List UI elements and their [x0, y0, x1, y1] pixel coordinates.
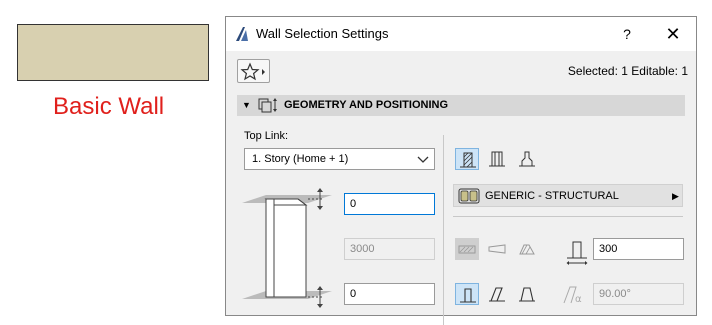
help-button[interactable]: ? — [616, 23, 638, 45]
wall-height-field[interactable]: 3000 — [344, 238, 435, 260]
top-link-dropdown[interactable]: 1. Story (Home + 1) — [244, 148, 435, 170]
section-header-geometry[interactable]: ▼ GEOMETRY AND POSITIONING — [237, 95, 685, 116]
bottom-offset-field[interactable]: 0 — [344, 283, 435, 305]
composite-structure-icon — [489, 151, 505, 167]
title-bar[interactable]: Wall Selection Settings ? ✕ — [226, 17, 696, 51]
star-icon — [240, 62, 265, 81]
favorites-button[interactable] — [237, 59, 270, 83]
slanted-wall-icon — [489, 287, 505, 302]
wall-thickness-field[interactable]: 300 — [593, 238, 684, 260]
profile-structure-icon — [519, 151, 535, 167]
dialog-title: Wall Selection Settings — [256, 26, 389, 41]
basic-structure-icon — [460, 152, 476, 168]
top-offset-field[interactable]: 0 — [344, 193, 435, 215]
geometry-positioning-icon — [258, 97, 280, 118]
slanted-wall-button[interactable] — [485, 283, 509, 305]
wall-swatch[interactable] — [17, 24, 209, 81]
trapezoid-wall-icon — [488, 244, 506, 254]
composite-layers-icon — [458, 188, 480, 209]
straight-wall-button[interactable] — [455, 238, 479, 260]
slant-angle-field[interactable]: 90.00° — [593, 283, 684, 305]
slant-angle-icon: α — [562, 285, 586, 310]
wall-selection-settings-dialog: Wall Selection Settings ? ✕ Selected: 1 … — [225, 16, 697, 325]
collapse-arrow-icon[interactable]: ▼ — [242, 99, 251, 111]
vertical-wall-icon — [460, 288, 476, 303]
svg-text:α: α — [575, 294, 582, 305]
wall-thickness-icon — [566, 240, 588, 271]
basic-structure-button[interactable] — [455, 148, 479, 170]
double-slanted-wall-icon — [519, 287, 535, 302]
composite-selector[interactable]: GENERIC - STRUCTURAL ▶ — [453, 184, 683, 207]
selection-count: Selected: 1 Editable: 1 — [567, 64, 688, 78]
wall-height-diagram-icon — [242, 187, 334, 318]
trapezoid-wall-button[interactable] — [485, 238, 509, 260]
double-slanted-wall-button[interactable] — [515, 283, 539, 305]
top-link-value: 1. Story (Home + 1) — [252, 153, 349, 165]
vertical-wall-button[interactable] — [455, 283, 479, 305]
chevron-right-icon: ▶ — [672, 191, 679, 201]
top-link-label: Top Link: — [244, 130, 289, 142]
row-divider — [453, 216, 683, 217]
archicad-app-icon — [234, 26, 250, 42]
profile-structure-button[interactable] — [515, 148, 539, 170]
composite-name: GENERIC - STRUCTURAL — [485, 190, 619, 202]
close-button[interactable]: ✕ — [662, 23, 684, 45]
straight-wall-icon — [458, 245, 476, 254]
composite-structure-button[interactable] — [485, 148, 509, 170]
column-divider — [443, 135, 444, 325]
polygonal-wall-button[interactable] — [515, 238, 539, 260]
polygonal-wall-icon — [519, 244, 535, 255]
chevron-down-icon — [416, 152, 430, 171]
element-label: Basic Wall — [53, 93, 165, 120]
section-title: GEOMETRY AND POSITIONING — [284, 99, 448, 111]
